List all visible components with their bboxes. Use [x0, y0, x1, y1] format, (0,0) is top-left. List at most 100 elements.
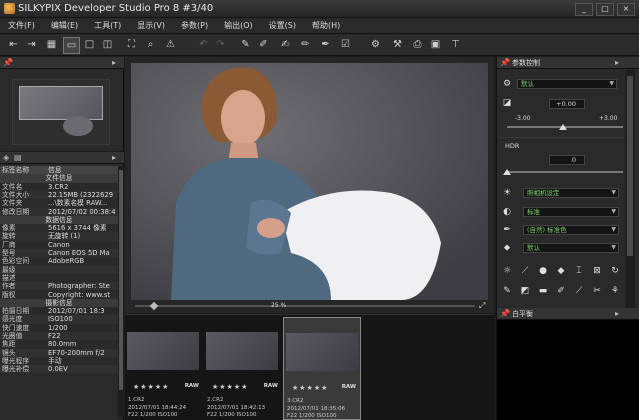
info-row[interactable]: 描述 — [0, 274, 118, 282]
menu-tools[interactable]: 工具(T) — [86, 20, 129, 31]
menu-parameters[interactable]: 参数(P) — [173, 20, 216, 31]
undo-icon[interactable]: ↶ — [196, 37, 211, 52]
fit-screen-icon[interactable]: ⛶ — [124, 37, 139, 52]
extra-icon[interactable]: ⚘ — [609, 285, 621, 297]
info-row[interactable]: 感光度 ISO100 — [0, 315, 118, 324]
info-row[interactable]: 光圈值 F22 — [0, 332, 118, 341]
white-balance-dropdown[interactable]: 照相机设定 ▼ — [523, 188, 619, 198]
thumbnail-image[interactable] — [286, 333, 358, 371]
navigator-view-rect[interactable] — [19, 86, 103, 120]
brush-tool-icon[interactable]: ✎ — [501, 285, 513, 297]
wand-icon[interactable]: ⟋ — [573, 285, 585, 297]
display-icon[interactable]: ▣ — [428, 37, 443, 52]
sharpness-icon[interactable]: ⬥ — [501, 242, 513, 254]
parameter-scrollbar[interactable] — [625, 70, 635, 308]
develop-icon[interactable]: ⚙ — [368, 37, 383, 52]
info-row[interactable]: 像素 5616 x 3744 像素 — [0, 224, 118, 232]
hdr-slider[interactable] — [507, 171, 623, 173]
curve-icon[interactable]: ⟋ — [519, 265, 531, 277]
crop-icon[interactable]: ⊠ — [591, 265, 603, 277]
close-button[interactable]: × — [617, 3, 635, 16]
pin-icon[interactable]: 📌 — [500, 309, 510, 318]
warning-icon[interactable]: ⚠ — [163, 37, 178, 52]
white-balance-icon[interactable]: ☀ — [501, 187, 513, 199]
view-grid-icon[interactable]: ▦ — [44, 37, 59, 52]
menu-output[interactable]: 输出(O) — [216, 20, 261, 31]
info-row[interactable]: 版权 Copyright: www.st — [0, 291, 118, 299]
tag-icon[interactable]: ◈ — [3, 153, 9, 162]
minimize-button[interactable]: _ — [575, 3, 593, 16]
batch-develop-icon[interactable]: ⚒ — [390, 37, 405, 52]
info-scrollbar-thumb[interactable] — [119, 170, 123, 390]
comment-icon[interactable]: ▤ — [14, 153, 22, 162]
info-row[interactable]: 文件大小 22.15MB (2322629 — [0, 190, 118, 200]
thumbnail-item[interactable]: ★★★★★ RAW 3.CR2 2012/07/01 18:35:06 F22 1/20… — [283, 317, 361, 420]
parameter-scrollbar-thumb[interactable] — [627, 76, 633, 256]
pen-icon[interactable]: ✐ — [555, 285, 567, 297]
hdr-input[interactable]: 0 — [549, 155, 585, 165]
panel-menu-icon[interactable]: ▸ — [615, 58, 619, 67]
redo-icon[interactable]: ↷ — [213, 37, 228, 52]
info-row[interactable]: 文件夹 ...\数素名模 RAW... — [0, 199, 118, 207]
print-icon[interactable]: ⎙ — [410, 37, 425, 52]
next-image-icon[interactable]: ⇥ — [24, 37, 39, 52]
panel-menu-icon[interactable]: ▸ — [615, 309, 619, 318]
info-row[interactable]: 厂商 Canon — [0, 241, 118, 249]
pin-icon[interactable]: 📌 — [500, 58, 510, 67]
gradient-icon[interactable]: ◩ — [519, 285, 531, 297]
menu-edit[interactable]: 编辑(E) — [43, 20, 86, 31]
info-row[interactable]: 镜头 EF70-200mm f/2 — [0, 348, 118, 357]
reset-params-icon[interactable]: ✒ — [318, 37, 333, 52]
drop-icon[interactable]: ◆ — [555, 265, 567, 277]
menu-settings[interactable]: 设置(S) — [261, 20, 304, 31]
thumbnail-image[interactable] — [127, 332, 199, 370]
noise-icon[interactable]: ▬ — [537, 285, 549, 297]
prev-image-icon[interactable]: ⇤ — [6, 37, 21, 52]
preview-hscroll-track[interactable] — [135, 305, 475, 307]
highlight-icon[interactable]: ☼ — [501, 265, 513, 277]
mark-check-icon[interactable]: ☑ — [338, 37, 353, 52]
info-row[interactable]: 曝光补偿 0.0EV — [0, 365, 118, 374]
menu-help[interactable]: 帮助(H) — [304, 20, 348, 31]
info-row[interactable]: 作者 Photographer: Ste — [0, 282, 118, 291]
copy-params-icon[interactable]: ✍ — [278, 37, 293, 52]
menu-file[interactable]: 文件(F) — [0, 20, 43, 31]
preset-dropdown[interactable]: 默认 ▼ — [517, 79, 617, 89]
view-full-icon[interactable]: □ — [82, 37, 97, 52]
maximize-button[interactable]: □ — [596, 3, 614, 16]
rating-stars[interactable]: ★★★★★ — [212, 383, 248, 391]
exposure-input[interactable]: +0.00 — [549, 99, 585, 109]
preview-corner-icon[interactable]: ⤢ — [479, 301, 485, 311]
info-row[interactable]: 文件名 3.CR2 — [0, 183, 118, 191]
info-row[interactable]: 色彩空间 AdobeRGB — [0, 257, 118, 265]
photo-preview[interactable] — [131, 63, 488, 300]
zoom-icon[interactable]: ⌕ — [143, 37, 158, 52]
menu-view[interactable]: 显示(V) — [129, 20, 173, 31]
paste-params-icon[interactable]: ✐ — [256, 37, 271, 52]
info-row[interactable]: 曝光程序 手动 — [0, 357, 118, 365]
tools-icon[interactable]: ✂ — [591, 285, 603, 297]
tone-dropdown[interactable]: 标准 ▼ — [523, 207, 619, 217]
thumbnail-image[interactable] — [206, 332, 278, 370]
pin-icon[interactable]: 📌 — [3, 58, 13, 67]
lens-icon[interactable]: ⌶ — [573, 265, 585, 277]
hdr-slider-thumb[interactable] — [503, 169, 511, 175]
ruler-icon[interactable]: ⊤ — [448, 37, 463, 52]
info-row[interactable]: 焦距 80.0mm — [0, 340, 118, 348]
preview-hscroll-thumb[interactable] — [149, 301, 159, 311]
info-panel-menu-icon[interactable]: ▸ — [112, 153, 116, 162]
color-dropdown[interactable]: (自然) 标准色 ▼ — [523, 225, 619, 235]
panel-menu-icon[interactable]: ▸ — [112, 58, 116, 67]
rotate-icon[interactable]: ↻ — [609, 265, 621, 277]
view-single-icon[interactable]: ▭ — [63, 37, 80, 54]
color-icon[interactable]: ✒ — [501, 224, 513, 236]
apply-params-icon[interactable]: ✏ — [298, 37, 313, 52]
info-row[interactable]: 旋转 无旋转 (1) — [0, 232, 118, 241]
exposure-slider-thumb[interactable] — [559, 124, 567, 130]
rating-stars[interactable]: ★★★★★ — [133, 383, 169, 391]
info-row[interactable]: 拍摄日期 2012/07/01 18:3 — [0, 307, 118, 315]
info-row[interactable]: 最级 — [0, 265, 118, 274]
thumbnail-item[interactable]: ★★★★★ RAW 2.CR2 2012/07/01 18:42:13 F22 1/20… — [204, 317, 282, 420]
tone-icon[interactable]: ◐ — [501, 206, 513, 218]
zoom-level[interactable]: 25 % — [271, 302, 286, 309]
